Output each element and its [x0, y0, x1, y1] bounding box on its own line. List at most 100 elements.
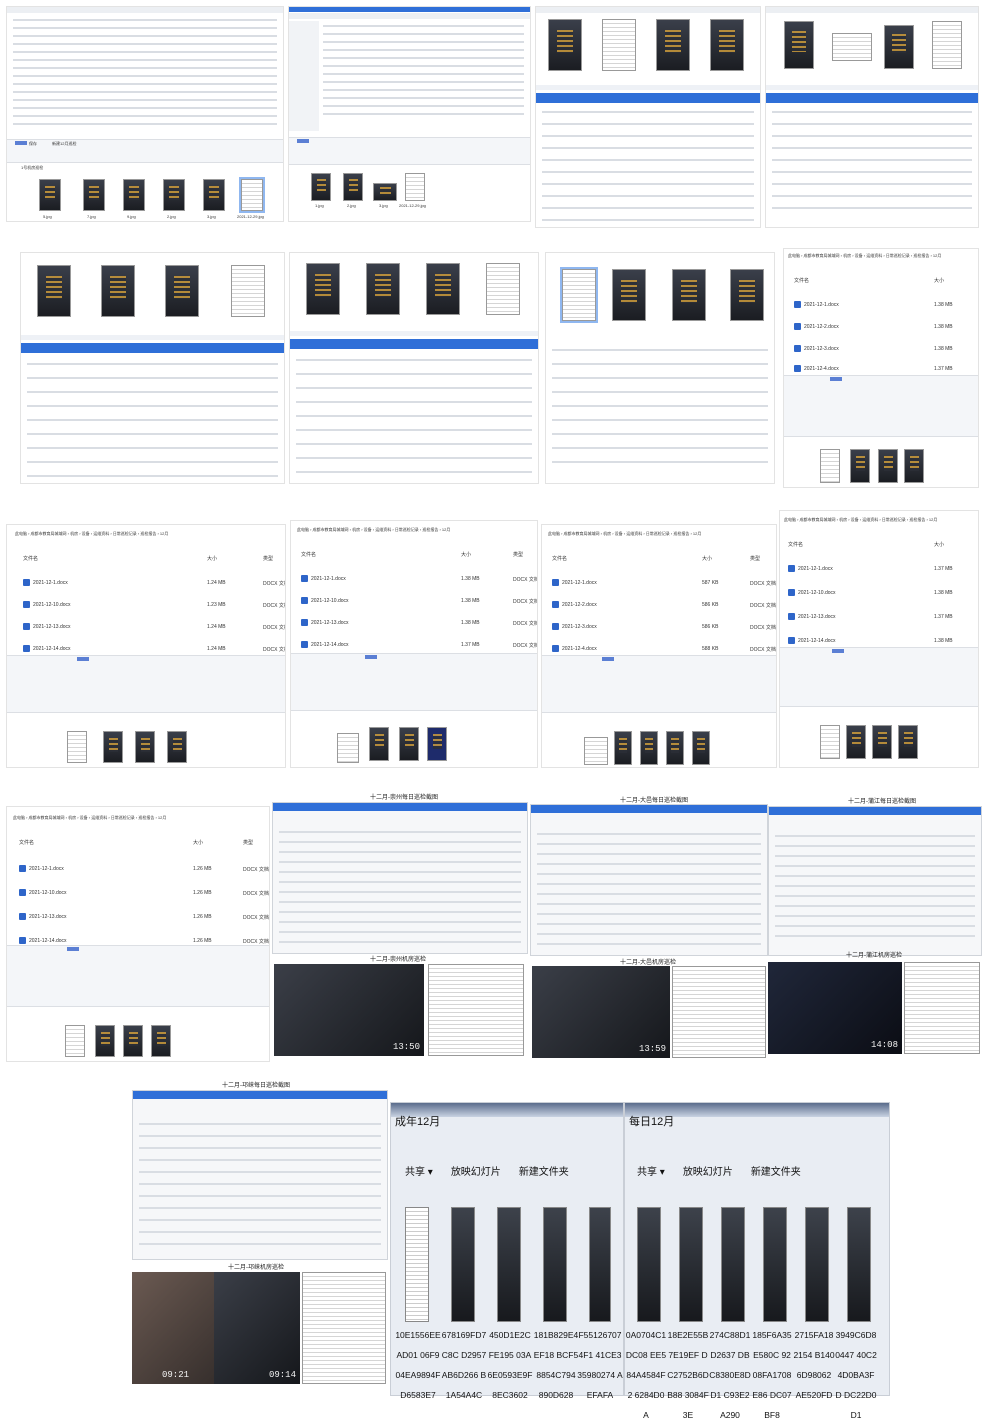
- thumbnail[interactable]: [311, 173, 331, 201]
- new-folder-menu[interactable]: 新建文件夹: [751, 1167, 801, 1178]
- thumbnail[interactable]: [679, 1207, 703, 1322]
- column-type[interactable]: 类型: [513, 551, 523, 558]
- column-size[interactable]: 大小: [193, 839, 203, 846]
- column-size[interactable]: 大小: [461, 551, 471, 558]
- column-type[interactable]: 类型: [750, 555, 760, 562]
- file-label: 0A0704C1DC08 EE584A4584F2 6284D0A: [625, 1330, 667, 1420]
- thumbnail[interactable]: [451, 1207, 475, 1322]
- thumbnail[interactable]: [847, 1207, 871, 1322]
- breadcrumb[interactable]: 此电脑 › 成都市教育局城域网 › 机房 › 设备 › 运维资料 › 日常巡检记…: [15, 531, 168, 537]
- folder-title: 每日12月: [629, 1116, 675, 1128]
- slideshow-menu[interactable]: 放映幻灯片: [683, 1167, 733, 1178]
- thumbnail[interactable]: [805, 1207, 829, 1322]
- thumbnail[interactable]: [39, 179, 61, 211]
- thumbnail-selected[interactable]: [239, 177, 265, 213]
- breadcrumb[interactable]: 此电脑 › 成都市教育局城域网 › 机房 › 设备 › 运维资料 › 日常巡检记…: [297, 527, 450, 533]
- column-name[interactable]: 文件名: [552, 555, 567, 562]
- file-type: DOCX 文档: [750, 603, 776, 609]
- thumbnail[interactable]: [163, 179, 185, 211]
- column-name[interactable]: 文件名: [23, 555, 38, 562]
- file-type: DOCX 文档: [263, 647, 285, 653]
- file-name[interactable]: 2021-12-10.docx: [798, 590, 836, 596]
- file-label: 185F6A35E580C 9208FA1708E86 DC07BF8: [752, 1330, 792, 1420]
- thumbnail[interactable]: [405, 173, 425, 201]
- thumb-label: 2.jpg: [167, 214, 176, 219]
- file-type: DOCX 文档: [750, 581, 776, 587]
- file-name[interactable]: 2021-12-13.docx: [311, 620, 349, 626]
- column-name[interactable]: 文件名: [301, 551, 316, 558]
- caption-dayi-daily: 十二月-大邑每日巡检截图: [620, 798, 688, 804]
- sidebar-label[interactable]: 1号机房巡检: [21, 165, 43, 171]
- thumbnail[interactable]: [589, 1207, 611, 1322]
- file-name[interactable]: 2021-12-10.docx: [33, 602, 71, 608]
- column-type[interactable]: 类型: [263, 555, 273, 562]
- screenshot-file-list-1: 保存 新建12月巡检 1号机房巡检 5.jpg 7.jpg 9.jpg 2.jp…: [6, 6, 284, 222]
- column-size[interactable]: 大小: [207, 555, 217, 562]
- column-name[interactable]: 文件名: [788, 541, 803, 548]
- file-name[interactable]: 2021-12-4.docx: [804, 366, 839, 372]
- slideshow-menu[interactable]: 放映幻灯片: [451, 1167, 501, 1178]
- thumbnail[interactable]: [203, 179, 225, 211]
- save-label[interactable]: 保存: [29, 141, 37, 147]
- file-name[interactable]: 2021-12-1.docx: [562, 580, 597, 586]
- thumbnail[interactable]: [343, 173, 363, 201]
- folder-title: 成年12月: [395, 1116, 441, 1128]
- explorer-panel-1: 此电脑 › 成都市教育局城域网 › 机房 › 设备 › 运维资料 › 日常巡检记…: [783, 248, 979, 488]
- file-size: 1.24 MB: [207, 646, 226, 652]
- file-size: 1.38 MB: [461, 576, 480, 582]
- file-name[interactable]: 2021-12-1.docx: [798, 566, 833, 572]
- file-label: 3949C6D80447 40C24D0BA3FD DC22D0D1: [835, 1330, 877, 1420]
- thumbnail[interactable]: [405, 1207, 429, 1322]
- screenshot-chongzhou-daily: [272, 802, 528, 954]
- column-size[interactable]: 大小: [934, 277, 944, 284]
- inspection-form-dayi: [672, 966, 766, 1058]
- share-menu[interactable]: 共享 ▾: [405, 1167, 433, 1178]
- file-name[interactable]: 2021-12-4.docx: [562, 646, 597, 652]
- file-name[interactable]: 2021-12-13.docx: [33, 624, 71, 630]
- file-name[interactable]: 2021-12-13.docx: [798, 614, 836, 620]
- file-name[interactable]: 2021-12-14.docx: [311, 642, 349, 648]
- photo-qionglai-cabinet: 09:14: [214, 1272, 300, 1384]
- thumbnail[interactable]: [543, 1207, 567, 1322]
- file-type: DOCX 文档: [243, 891, 269, 897]
- column-size[interactable]: 大小: [934, 541, 944, 548]
- file-name[interactable]: 2021-12-10.docx: [311, 598, 349, 604]
- thumbnail[interactable]: [721, 1207, 745, 1322]
- thumbnail[interactable]: [637, 1207, 661, 1322]
- column-name[interactable]: 文件名: [19, 839, 34, 846]
- breadcrumb[interactable]: 此电脑 › 成都市教育局城域网 › 机房 › 设备 › 运维资料 › 日常巡检记…: [548, 531, 701, 537]
- file-name[interactable]: 2021-12-1.docx: [311, 576, 346, 582]
- file-type: DOCX 文档: [243, 867, 269, 873]
- file-name[interactable]: 2021-12-2.docx: [562, 602, 597, 608]
- caption-qionglai-room: 十二月-邛崃机房巡检: [228, 1265, 284, 1271]
- thumbnail[interactable]: [83, 179, 105, 211]
- new-folder-menu[interactable]: 新建文件夹: [519, 1167, 569, 1178]
- thumbnail[interactable]: [763, 1207, 787, 1322]
- column-name[interactable]: 文件名: [794, 277, 809, 284]
- thumb-label: 2021-12-29.jpg: [237, 214, 264, 219]
- breadcrumb[interactable]: 此电脑 › 成都市教育局城域网 › 机房 › 设备 › 运维资料 › 日常巡检记…: [784, 517, 937, 523]
- column-size[interactable]: 大小: [702, 555, 712, 562]
- file-name[interactable]: 2021-12-1.docx: [804, 302, 839, 308]
- breadcrumb[interactable]: 此电脑 › 成都市教育局城域网 › 机房 › 设备 › 运维资料 › 日常巡检记…: [13, 815, 166, 821]
- file-name[interactable]: 2021-12-3.docx: [562, 624, 597, 630]
- file-name[interactable]: 2021-12-2.docx: [804, 324, 839, 330]
- thumbnail[interactable]: [123, 179, 145, 211]
- file-name[interactable]: 2021-12-14.docx: [33, 646, 71, 652]
- file-name[interactable]: 2021-12-1.docx: [33, 580, 68, 586]
- breadcrumb[interactable]: 此电脑 › 成都市教育局城域网 › 机房 › 设备 › 运维资料 › 日常巡检记…: [788, 253, 941, 259]
- file-name[interactable]: 2021-12-1.docx: [29, 866, 64, 872]
- file-name[interactable]: 2021-12-10.docx: [29, 890, 67, 896]
- file-size: 1.26 MB: [193, 938, 212, 944]
- file-name[interactable]: 2021-12-14.docx: [29, 938, 67, 944]
- file-name[interactable]: 2021-12-13.docx: [29, 914, 67, 920]
- file-name[interactable]: 2021-12-3.docx: [804, 346, 839, 352]
- thumbnail[interactable]: [373, 183, 397, 201]
- share-menu[interactable]: 共享 ▾: [637, 1167, 665, 1178]
- file-size: 586 KB: [702, 624, 719, 630]
- thumbnail[interactable]: [497, 1207, 521, 1322]
- file-type: DOCX 文档: [243, 915, 269, 921]
- column-type[interactable]: 类型: [243, 839, 253, 846]
- file-name[interactable]: 2021-12-14.docx: [798, 638, 836, 644]
- thumb-label: 1.jpg: [315, 203, 324, 208]
